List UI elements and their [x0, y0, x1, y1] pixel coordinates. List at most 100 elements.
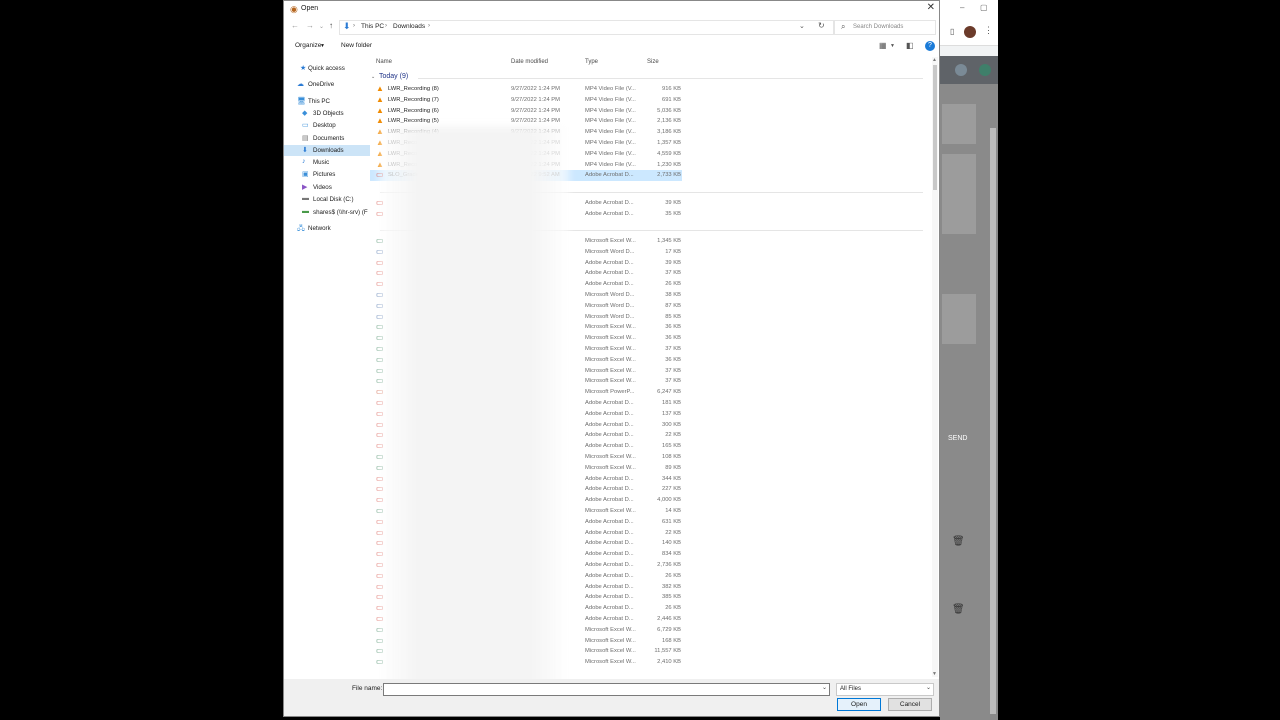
- nav-item[interactable]: ★ Quick access: [284, 63, 370, 74]
- chevron-right-icon[interactable]: ›: [353, 23, 355, 29]
- file-row[interactable]: ▭ Adobe Acrobat D... 39 KB: [370, 198, 930, 209]
- profile-avatar[interactable]: [964, 26, 976, 38]
- file-row[interactable]: ▭ Microsoft Word D... 17 KB: [370, 247, 930, 258]
- file-row[interactable]: ▭ Microsoft Excel W... 108 KB: [370, 452, 930, 463]
- file-row[interactable]: ▭ Adobe Acrobat D... 181 KB: [370, 398, 930, 409]
- scroll-down-icon[interactable]: ▼: [932, 671, 937, 677]
- file-row[interactable]: ▲ LWR_Recording (1) 9/27/2022 1:24 PM MP4 V…: [370, 160, 930, 171]
- nav-item[interactable]: ▤ Documents: [284, 133, 370, 144]
- file-row[interactable]: ▲ LWR_Recording (7) 9/27/2022 1:24 PM MP4 V…: [370, 95, 930, 106]
- file-name-input[interactable]: ⌄: [383, 683, 830, 696]
- column-date-modified[interactable]: Date modified: [511, 59, 548, 65]
- file-row[interactable]: ▭ Adobe Acrobat D... 385 KB: [370, 592, 930, 603]
- chevron-down-icon[interactable]: ⌄: [926, 684, 931, 691]
- file-row[interactable]: ▲ LWR_Recording (5) 9/27/2022 1:24 PM MP4 V…: [370, 116, 930, 127]
- file-row[interactable]: ▭ Adobe Acrobat D... 2,446 KB: [370, 614, 930, 625]
- file-row[interactable]: ▲ LWR_Recording (8) 9/27/2022 1:24 PM MP4 V…: [370, 84, 930, 95]
- file-row[interactable]: ▲ LWR_Recording (4) 9/27/2022 1:24 PM MP4 V…: [370, 127, 930, 138]
- help-icon[interactable]: [955, 64, 967, 76]
- minimize-icon[interactable]: –: [960, 3, 964, 12]
- file-row[interactable]: ▭ Microsoft Excel W... 37 KB: [370, 376, 930, 387]
- nav-item[interactable]: 🖥 This PC: [284, 96, 370, 107]
- group-header-hidden[interactable]: [370, 223, 930, 235]
- send-button[interactable]: SEND: [948, 435, 967, 442]
- breadcrumb-downloads[interactable]: Downloads: [393, 23, 425, 30]
- file-row[interactable]: ▭ Adobe Acrobat D... 22 KB: [370, 430, 930, 441]
- nav-item[interactable]: ▣ Pictures: [284, 169, 370, 180]
- address-bar[interactable]: ⬇ › This PC › Downloads › ⌄ ↻: [339, 20, 834, 35]
- search-input[interactable]: ⌕ Search Downloads: [834, 20, 936, 35]
- file-row[interactable]: ▭ Microsoft Excel W... 36 KB: [370, 322, 930, 333]
- file-row[interactable]: ▭ Adobe Acrobat D... 22 KB: [370, 528, 930, 539]
- file-row[interactable]: ▭ Adobe Acrobat D... 227 KB: [370, 484, 930, 495]
- file-row[interactable]: ▭ Adobe Acrobat D... 631 KB: [370, 517, 930, 528]
- chevron-right-icon[interactable]: ›: [385, 23, 387, 29]
- file-list-scrollbar[interactable]: ▲ ▼: [932, 57, 938, 677]
- file-row[interactable]: ▭ Adobe Acrobat D... 39 KB: [370, 258, 930, 269]
- file-row[interactable]: ▭ Adobe Acrobat D... 165 KB: [370, 441, 930, 452]
- trash-icon[interactable]: 🗑: [952, 536, 965, 547]
- file-row[interactable]: ▭ Adobe Acrobat D... 300 KB: [370, 420, 930, 431]
- view-options-icon[interactable]: ▦: [879, 41, 887, 50]
- chevron-right-icon[interactable]: ›: [428, 23, 430, 29]
- nav-item[interactable]: ▭ Desktop: [284, 120, 370, 131]
- file-row[interactable]: ▭ Microsoft Excel W... 11,557 KB: [370, 646, 930, 657]
- chevron-down-icon[interactable]: ⌄: [799, 22, 805, 30]
- column-size[interactable]: Size: [647, 59, 659, 65]
- file-row[interactable]: ▭ Microsoft Excel W... 89 KB: [370, 463, 930, 474]
- open-button[interactable]: Open: [837, 698, 881, 711]
- chevron-down-icon[interactable]: ⌄: [371, 74, 375, 80]
- sidepanel-icon[interactable]: ▯: [950, 27, 954, 36]
- file-row[interactable]: ▭ Microsoft Excel W... 1,345 KB: [370, 236, 930, 247]
- file-row[interactable]: ▭ Adobe Acrobat D... 834 KB: [370, 549, 930, 560]
- nav-item[interactable]: ☁ OneDrive: [284, 79, 370, 90]
- user-avatar[interactable]: [979, 64, 991, 76]
- scroll-up-icon[interactable]: ▲: [932, 57, 937, 63]
- nav-item[interactable]: ♪ Music: [284, 157, 370, 168]
- file-row[interactable]: ▲ LWR_Recording (2) 9/27/2022 1:24 PM MP4 V…: [370, 149, 930, 160]
- recent-locations-icon[interactable]: ⌄: [319, 23, 324, 30]
- file-row[interactable]: ▭ Microsoft Word D... 85 KB: [370, 312, 930, 323]
- file-row[interactable]: ▭ SLO_Grade_2_Math 9/27/2022 9:52 AM Adobe …: [370, 170, 682, 182]
- up-arrow-icon[interactable]: ↑: [329, 21, 333, 30]
- column-type[interactable]: Type: [585, 59, 598, 65]
- file-row[interactable]: ▭ Adobe Acrobat D... 140 KB: [370, 538, 930, 549]
- column-name[interactable]: Name: [376, 59, 392, 65]
- forward-arrow-icon[interactable]: →: [306, 21, 314, 30]
- nav-item[interactable]: ▬ shares$ (\\hr-srv) (F: [284, 207, 370, 218]
- file-row[interactable]: ▭ Adobe Acrobat D... 26 KB: [370, 571, 930, 582]
- nav-item[interactable]: ▶ Videos: [284, 182, 370, 193]
- file-row[interactable]: ▭ Adobe Acrobat D... 26 KB: [370, 279, 930, 290]
- nav-item[interactable]: ▬ Local Disk (C:): [284, 194, 370, 205]
- chevron-down-icon[interactable]: ⌄: [822, 684, 827, 691]
- chevron-down-icon[interactable]: ▼: [320, 43, 325, 49]
- nav-item[interactable]: ⬇ Downloads: [284, 145, 370, 156]
- file-row[interactable]: ▲ LWR_Recording (3) 9/27/2022 1:24 PM MP4 V…: [370, 138, 930, 149]
- file-row[interactable]: ▭ Adobe Acrobat D... 35 KB: [370, 209, 930, 220]
- file-type-select[interactable]: All Files ⌄: [836, 683, 934, 696]
- back-arrow-icon[interactable]: ←: [291, 21, 299, 30]
- file-row[interactable]: ▭ Microsoft Word D... 87 KB: [370, 301, 930, 312]
- file-row[interactable]: ▭ Microsoft Excel W... 2,410 KB: [370, 657, 930, 668]
- file-row[interactable]: ▭ Adobe Acrobat D... 2,736 KB: [370, 560, 930, 571]
- refresh-icon[interactable]: ↻: [818, 21, 825, 30]
- file-row[interactable]: ▭ Microsoft PowerP... 6,247 KB: [370, 387, 930, 398]
- browser-menu-icon[interactable]: ⋮: [984, 25, 993, 36]
- group-header-hidden[interactable]: [370, 185, 930, 197]
- file-row[interactable]: ▭ Microsoft Excel W... 168 KB: [370, 636, 930, 647]
- file-row[interactable]: ▭ Microsoft Excel W... 36 KB: [370, 333, 930, 344]
- organize-button[interactable]: Organize: [295, 42, 321, 49]
- help-icon[interactable]: ?: [925, 41, 935, 51]
- file-row[interactable]: ▭ Adobe Acrobat D... 137 KB: [370, 409, 930, 420]
- preview-pane-icon[interactable]: ◧: [906, 41, 914, 50]
- breadcrumb-this-pc[interactable]: This PC: [361, 23, 384, 30]
- page-scrollbar[interactable]: [990, 128, 996, 714]
- file-row[interactable]: ▭ Microsoft Excel W... 36 KB: [370, 355, 930, 366]
- nav-item[interactable]: 🖧 Network: [284, 223, 370, 234]
- file-row[interactable]: ▭ Microsoft Excel W... 37 KB: [370, 366, 930, 377]
- file-row[interactable]: ▲ LWR_Recording (6) 9/27/2022 1:24 PM MP4 V…: [370, 106, 930, 117]
- scroll-thumb[interactable]: [933, 65, 937, 190]
- file-row[interactable]: ▭ Adobe Acrobat D... 26 KB: [370, 603, 930, 614]
- chevron-down-icon[interactable]: ▼: [890, 43, 895, 49]
- file-row[interactable]: ▭ Microsoft Excel W... 6,729 KB: [370, 625, 930, 636]
